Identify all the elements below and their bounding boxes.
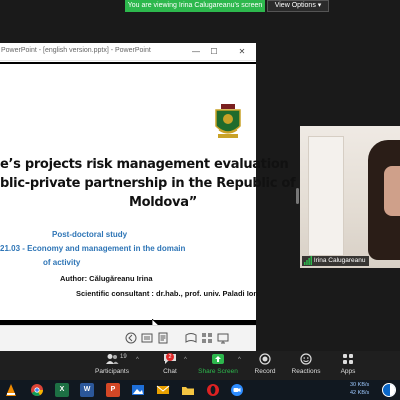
slide-title-line-2: blic-private partnership in the Republic…	[0, 176, 296, 191]
powerpoint-window: PowerPoint - [english version.pptx] - Po…	[0, 43, 296, 351]
window-titlebar[interactable]: PowerPoint - [english version.pptx] - Po…	[0, 43, 256, 61]
slide-sorter-icon[interactable]	[141, 332, 153, 344]
window-title: PowerPoint - [english version.pptx] - Po…	[1, 47, 151, 54]
sharing-banner: You are viewing Irina Calugareanu's scre…	[125, 0, 265, 12]
participants-label: Participants	[95, 368, 129, 375]
excel-icon[interactable]: X	[55, 383, 69, 397]
slide-author: Author: Călugăreanu Irina	[60, 274, 153, 283]
meeting-toolbar: 19 Participants ^ 2 Chat ^ Share Screen …	[0, 351, 400, 380]
slide-title-line-3: Moldova”	[129, 195, 197, 210]
share-screen-icon	[212, 354, 224, 364]
notes-icon[interactable]	[157, 332, 169, 344]
record-icon	[259, 353, 271, 365]
university-crest-icon	[215, 104, 241, 138]
apps-label: Apps	[340, 368, 356, 375]
participant-video-tile[interactable]: Irina Calugareanu	[300, 126, 400, 268]
chrome-icon[interactable]	[30, 383, 44, 397]
slide-subtitle-line-3: of activity	[43, 258, 81, 267]
network-speed: 30 KB/s 42 KB/s	[350, 381, 369, 397]
net-download: 42 KB/s	[350, 390, 370, 396]
slide-subtitle-line-2: 21.03 - Economy and management in the do…	[0, 244, 186, 253]
photos-icon[interactable]	[131, 383, 145, 397]
net-upload: 30 KB/s	[350, 382, 370, 388]
powerpoint-icon[interactable]: P	[106, 383, 120, 397]
mic-signal-icon	[304, 256, 312, 265]
share-screen-button[interactable]: Share Screen	[198, 353, 238, 379]
grid-icon[interactable]	[201, 332, 213, 344]
minimize-button[interactable]: —	[190, 46, 202, 58]
mail-icon[interactable]	[156, 383, 170, 397]
slide-subtitle-line-1: Post-doctoral study	[52, 230, 128, 239]
maximize-button[interactable]: ☐	[208, 46, 220, 58]
opera-icon[interactable]	[206, 383, 220, 397]
participants-icon	[106, 354, 119, 364]
video-background-door	[308, 136, 344, 256]
participants-count: 19	[120, 354, 127, 360]
slideshow-icon[interactable]	[217, 332, 229, 344]
reactions-button[interactable]: Reactions	[290, 353, 322, 379]
reactions-label: Reactions	[291, 368, 321, 375]
usage-meter-icon[interactable]	[382, 383, 396, 397]
close-button[interactable]: ✕	[236, 46, 248, 58]
share-screen-label: Share Screen	[198, 368, 238, 375]
slide-title-line-1: e’s projects risk management evaluation	[0, 157, 289, 172]
chat-badge: 2	[166, 353, 174, 361]
chat-label: Chat	[163, 368, 177, 375]
apps-button[interactable]: Apps	[336, 353, 360, 379]
windows-taskbar: X W P 30 KB/s 42 KB/s	[0, 380, 400, 400]
reactions-icon	[300, 353, 312, 365]
reading-view-icon[interactable]	[185, 332, 197, 344]
zoom-icon[interactable]	[230, 383, 244, 397]
vlc-icon[interactable]	[4, 383, 18, 397]
video-panel-resize-handle[interactable]	[296, 188, 299, 204]
prev-icon[interactable]	[125, 332, 137, 344]
participant-name: Irina Calugareanu	[313, 257, 366, 264]
record-button[interactable]: Record	[250, 353, 280, 379]
chat-caret-icon[interactable]: ^	[184, 357, 187, 363]
view-options-button[interactable]: View Options ▾	[267, 0, 329, 12]
participant-name-tag: Irina Calugareanu	[302, 256, 369, 266]
slide-view[interactable]: e’s projects risk management evaluation …	[0, 62, 296, 331]
slideshow-status-bar	[0, 325, 256, 351]
slide: e’s projects risk management evaluation …	[0, 64, 296, 331]
folder-icon[interactable]	[181, 383, 195, 397]
participants-button[interactable]: 19 Participants	[92, 353, 132, 379]
participants-caret-icon[interactable]: ^	[136, 357, 139, 363]
word-icon[interactable]: W	[80, 383, 94, 397]
chat-button[interactable]: 2 Chat	[158, 353, 182, 379]
record-label: Record	[254, 368, 276, 375]
participant-face	[384, 166, 400, 216]
zoom-meeting-screen: You are viewing Irina Calugareanu's scre…	[0, 0, 400, 400]
slide-consultant: Scientific consultant : dr.hab., prof. u…	[76, 289, 258, 298]
share-caret-icon[interactable]: ^	[238, 357, 241, 363]
apps-icon	[343, 354, 353, 364]
